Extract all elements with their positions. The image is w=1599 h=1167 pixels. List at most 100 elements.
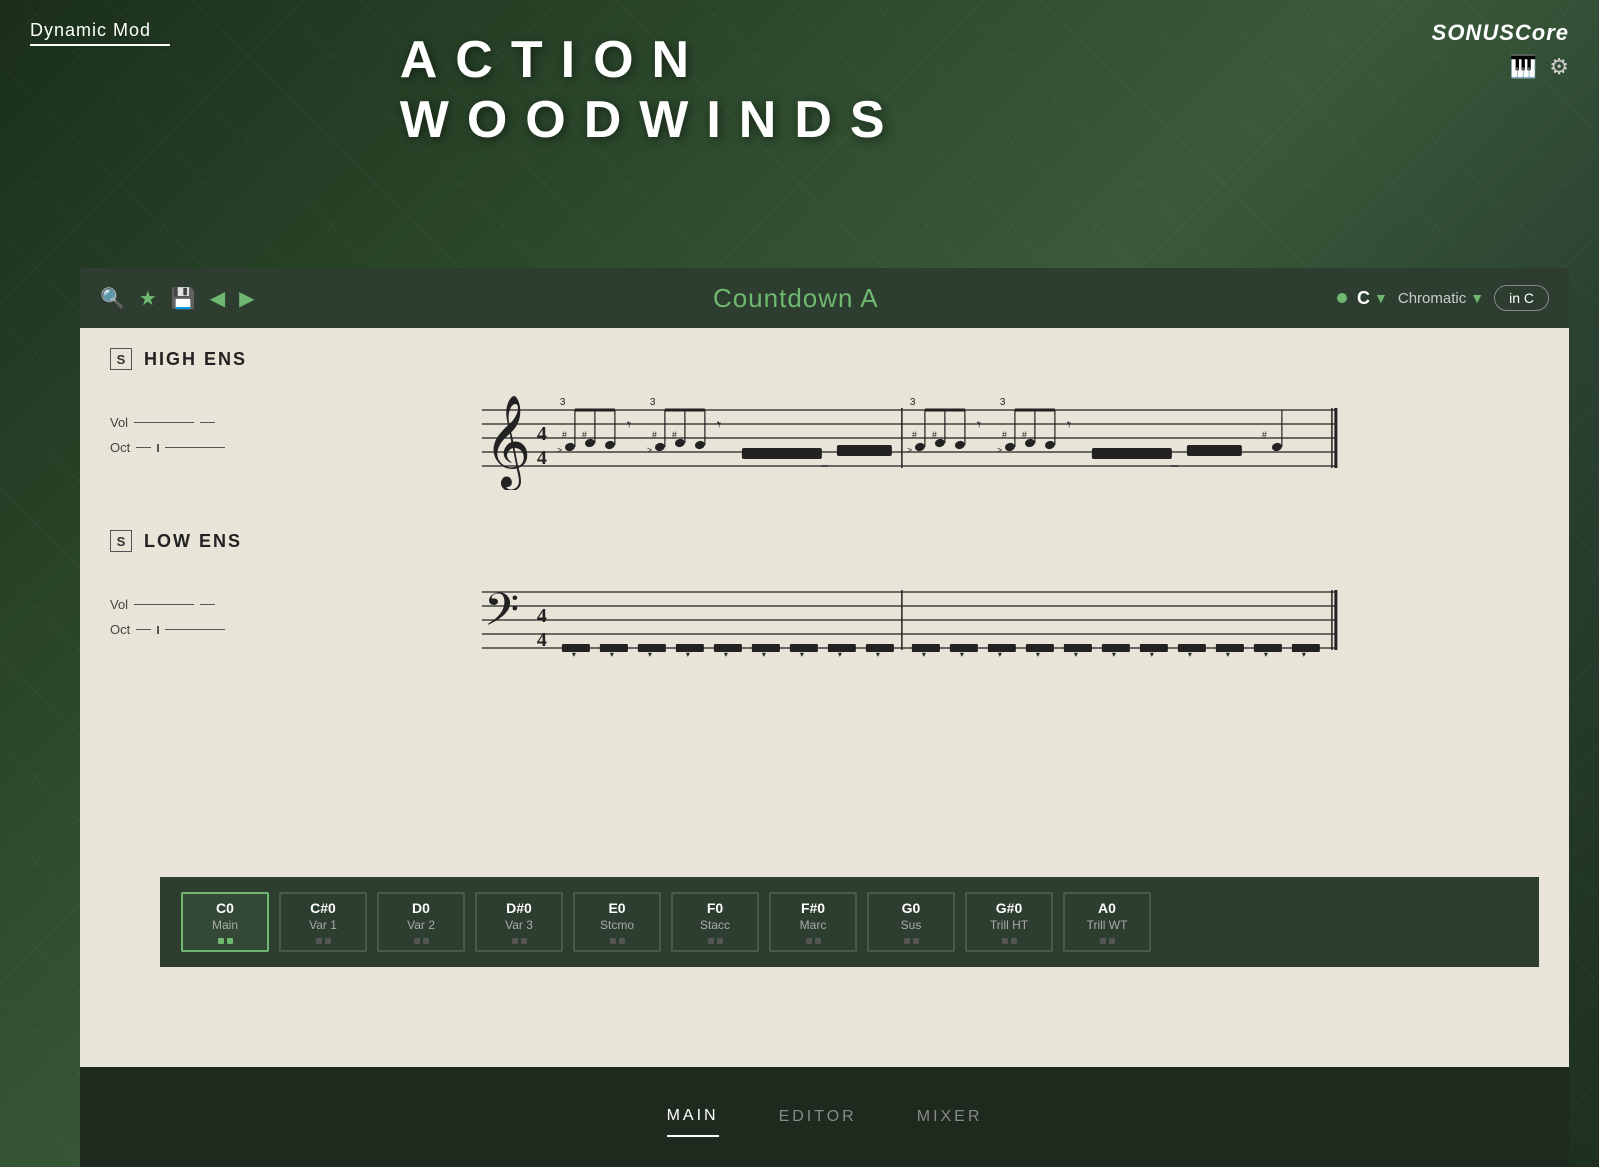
key-note-a0: A0 — [1098, 900, 1116, 916]
svg-text:#: # — [932, 430, 937, 440]
high-ens-header: S HIGH ENS — [110, 348, 1539, 370]
svg-text:>: > — [647, 445, 652, 455]
key-gs0[interactable]: G#0 Trill HT — [964, 892, 1054, 952]
preset-name: Countdown A — [713, 283, 879, 313]
svg-text:▾: ▾ — [648, 650, 652, 659]
high-ens-control-row: Vol Oct — [110, 415, 225, 455]
toolbar-center: Countdown A — [271, 283, 1321, 314]
key-fs0[interactable]: F#0 Marc — [768, 892, 858, 952]
svg-text:▾: ▾ — [724, 650, 728, 659]
svg-text:▾: ▾ — [876, 650, 880, 659]
key-bars-gs0 — [1002, 938, 1017, 944]
svg-text:#: # — [672, 430, 677, 440]
svg-text:4: 4 — [537, 423, 547, 445]
key-label: C — [1357, 288, 1370, 309]
svg-text:4: 4 — [537, 629, 547, 651]
key-box-cs0[interactable]: C#0 Var 1 — [279, 892, 367, 952]
key-selector[interactable]: C ▼ — [1357, 288, 1388, 309]
header: Dynamic Mod ACTION WOODWINDS SONUSCore 🎹… — [0, 0, 1599, 260]
high-ens-section: S HIGH ENS Vol Oct — [110, 348, 1539, 490]
high-ens-staff: 𝄞 4 4 3 > — [245, 380, 1539, 490]
key-box-c0[interactable]: C0 Main — [181, 892, 269, 952]
key-dot — [1337, 293, 1347, 303]
search-icon[interactable]: 🔍 — [100, 286, 125, 311]
key-bars-f0 — [708, 938, 723, 944]
key-bars-e0 — [610, 938, 625, 944]
toolbar: 🔍 ★ 💾 ◀ ▶ Countdown A C ▼ Chromatic ▼ in… — [80, 268, 1569, 328]
dynamic-mod-underline — [30, 44, 170, 46]
key-bars-d0 — [414, 938, 429, 944]
title-center: ACTION WOODWINDS — [400, 30, 1200, 150]
svg-text:▾: ▾ — [762, 650, 766, 659]
svg-text:3: 3 — [910, 397, 916, 408]
key-e0[interactable]: E0 Stcmo — [572, 892, 662, 952]
svg-text:#: # — [1002, 430, 1007, 440]
key-box-f0[interactable]: F0 Stacc — [671, 892, 759, 952]
star-icon[interactable]: ★ — [139, 286, 157, 311]
key-note-c0: C0 — [216, 900, 234, 916]
scale-label: Chromatic — [1398, 290, 1466, 307]
scale-arrow-icon: ▼ — [1470, 290, 1484, 306]
key-box-ds0[interactable]: D#0 Var 3 — [475, 892, 563, 952]
key-note-ds0: D#0 — [506, 900, 532, 916]
arrow-left-icon[interactable]: ◀ — [210, 286, 225, 311]
key-note-gs0: G#0 — [996, 900, 1022, 916]
tab-main[interactable]: MAIN — [667, 1097, 719, 1137]
svg-text:▾: ▾ — [572, 650, 576, 659]
sonuscore-logo: SONUSCore — [1432, 20, 1569, 46]
key-name-d0: Var 2 — [407, 918, 435, 932]
high-ens-label: HIGH ENS — [144, 349, 247, 370]
vol-label: Vol — [110, 415, 225, 430]
key-note-f0: F0 — [707, 900, 723, 916]
svg-text:4: 4 — [537, 605, 547, 627]
svg-text:𝄾: 𝄾 — [1067, 417, 1071, 434]
svg-text:#: # — [1262, 430, 1267, 440]
key-arrow-icon: ▼ — [1374, 290, 1388, 306]
settings-icon[interactable]: ⚙ — [1549, 54, 1569, 80]
key-name-gs0: Trill HT — [990, 918, 1028, 932]
key-box-e0[interactable]: E0 Stcmo — [573, 892, 661, 952]
scale-selector[interactable]: Chromatic ▼ — [1398, 290, 1484, 307]
svg-text:▾: ▾ — [1226, 650, 1230, 659]
key-a0[interactable]: A0 Trill WT — [1062, 892, 1152, 952]
svg-text:▾: ▾ — [800, 650, 804, 659]
key-box-a0[interactable]: A0 Trill WT — [1063, 892, 1151, 952]
low-ens-s-button[interactable]: S — [110, 530, 132, 552]
svg-text:>: > — [997, 445, 1002, 455]
bottom-nav: MAIN EDITOR MIXER — [80, 1067, 1569, 1167]
tab-editor[interactable]: EDITOR — [779, 1098, 857, 1136]
svg-text:▾: ▾ — [1188, 650, 1192, 659]
low-ens-label: LOW ENS — [144, 531, 242, 552]
svg-text:▾: ▾ — [686, 650, 690, 659]
key-bars-g0 — [904, 938, 919, 944]
app-title: ACTION WOODWINDS — [400, 31, 903, 149]
key-d0[interactable]: D0 Var 2 — [376, 892, 466, 952]
arrow-right-icon[interactable]: ▶ — [239, 286, 254, 311]
key-c0[interactable]: C0 Main — [180, 892, 270, 952]
svg-text:▾: ▾ — [1074, 650, 1078, 659]
tab-mixer[interactable]: MIXER — [917, 1098, 983, 1136]
high-ens-s-button[interactable]: S — [110, 348, 132, 370]
key-box-fs0[interactable]: F#0 Marc — [769, 892, 857, 952]
key-name-e0: Stcmo — [600, 918, 634, 932]
key-name-a0: Trill WT — [1087, 918, 1128, 932]
low-ens-staff: 𝄢 4 4 ▾ ▾ — [245, 562, 1539, 672]
key-g0[interactable]: G0 Sus — [866, 892, 956, 952]
svg-text:𝄞: 𝄞 — [484, 396, 531, 490]
key-f0[interactable]: F0 Stacc — [670, 892, 760, 952]
key-box-gs0[interactable]: G#0 Trill HT — [965, 892, 1053, 952]
save-icon[interactable]: 💾 — [171, 286, 196, 311]
key-bars-cs0 — [316, 938, 331, 944]
key-cs0[interactable]: C#0 Var 1 — [278, 892, 368, 952]
key-ds0[interactable]: D#0 Var 3 — [474, 892, 564, 952]
low-vol-label: Vol — [110, 597, 225, 612]
in-c-button[interactable]: in C — [1494, 285, 1549, 311]
key-note-g0: G0 — [902, 900, 921, 916]
key-box-d0[interactable]: D0 Var 2 — [377, 892, 465, 952]
svg-text:𝄾: 𝄾 — [627, 417, 631, 434]
key-box-g0[interactable]: G0 Sus — [867, 892, 955, 952]
piano-icon[interactable]: 🎹 — [1510, 54, 1537, 80]
key-bars-c0 — [218, 938, 233, 944]
svg-text:𝄾: 𝄾 — [717, 417, 721, 434]
key-name-g0: Sus — [901, 918, 922, 932]
